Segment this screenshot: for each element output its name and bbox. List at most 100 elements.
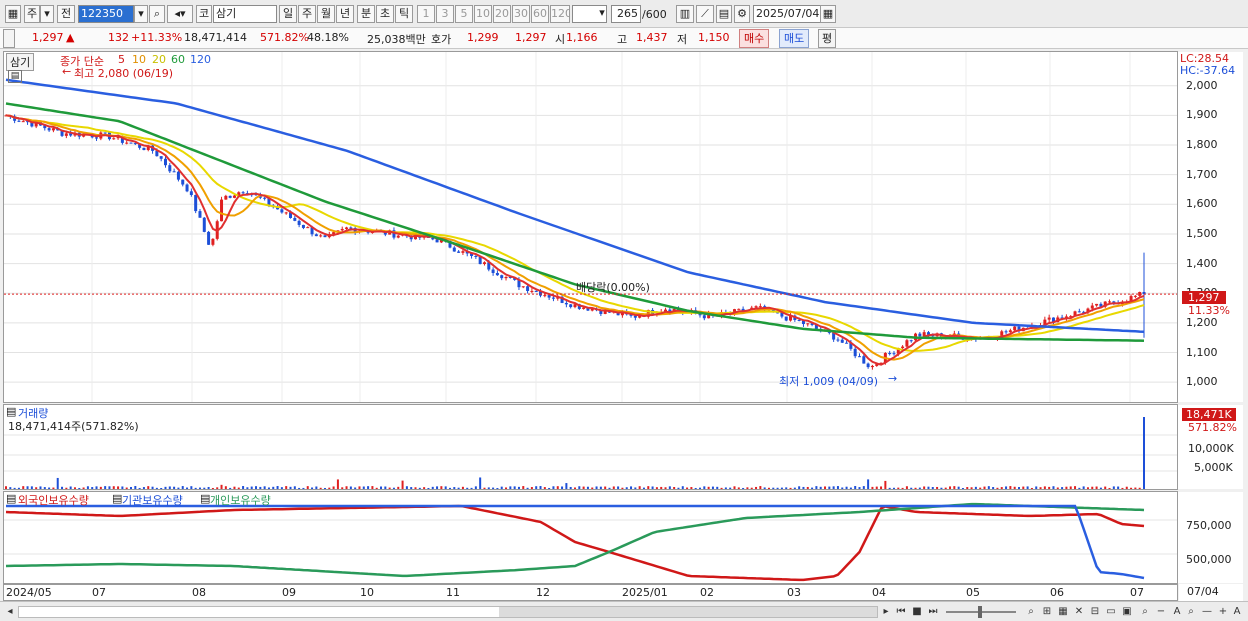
- volume-bar: [867, 479, 870, 489]
- zoom-in-icon[interactable]: ⌕: [1138, 605, 1152, 619]
- volume-bar: [336, 479, 339, 489]
- volume-bar: [776, 487, 779, 489]
- interval-20[interactable]: 20: [493, 5, 511, 23]
- interval-30[interactable]: 30: [512, 5, 530, 23]
- candle-body: [784, 316, 788, 321]
- market-dropdown-icon[interactable]: ▾: [40, 5, 54, 23]
- candle-icon[interactable]: ▥: [676, 5, 694, 23]
- font-size-icon[interactable]: A: [1230, 605, 1244, 619]
- interval-60[interactable]: 60: [531, 5, 549, 23]
- tab-period-week[interactable]: 주: [298, 5, 316, 23]
- zoom-slider[interactable]: [946, 606, 1016, 618]
- volume-bar: [1030, 487, 1033, 489]
- ma-legend-120: 120: [190, 53, 211, 66]
- volume-bar: [548, 487, 551, 489]
- stop-icon[interactable]: ■: [910, 605, 924, 619]
- date-label: 09: [282, 586, 296, 599]
- interval-10[interactable]: 10: [474, 5, 492, 23]
- holdings-panel[interactable]: ▤ 외국인보유수량 ▤ 기관보유수량 ▤ 개인보유수량: [3, 491, 1178, 584]
- chart-menu-icon[interactable]: ▤: [8, 70, 22, 83]
- line-minus-icon[interactable]: —: [1200, 605, 1214, 619]
- volume-bar: [836, 486, 839, 489]
- tab-period-minute[interactable]: 분: [357, 5, 375, 23]
- price-tick: 1,500: [1186, 226, 1218, 240]
- grid-icon[interactable]: ▦: [1056, 605, 1070, 619]
- tab-period-second[interactable]: 초: [376, 5, 394, 23]
- period-select[interactable]: 전: [57, 5, 75, 23]
- tab-period-day[interactable]: 일: [279, 5, 297, 23]
- scroll-left-icon[interactable]: ◂: [3, 605, 17, 619]
- holdings-menu-icon[interactable]: ▤: [6, 492, 16, 505]
- quote-toggle-button[interactable]: [3, 29, 15, 48]
- zoom-slider-handle[interactable]: [978, 606, 982, 618]
- tab-period-month[interactable]: 월: [317, 5, 335, 23]
- cursor-icon[interactable]: ✕: [1072, 605, 1086, 619]
- search-icon[interactable]: ⌕: [149, 5, 165, 23]
- price-tick: 2,000: [1186, 78, 1218, 92]
- volume-bar: [1061, 487, 1064, 489]
- holdings-menu-icon[interactable]: ▤: [112, 492, 122, 505]
- tab-period-tick[interactable]: 틱: [395, 5, 413, 23]
- interval-120[interactable]: 120: [550, 5, 570, 23]
- tab-period-year[interactable]: 년: [336, 5, 354, 23]
- volume-bar: [841, 487, 844, 489]
- code-input[interactable]: 122350: [78, 5, 134, 23]
- zoom-out-icon[interactable]: ⌕: [1184, 605, 1198, 619]
- candle-body: [125, 142, 129, 144]
- candle-body: [17, 120, 21, 122]
- forward-icon[interactable]: ⏭: [926, 605, 940, 619]
- plus-icon[interactable]: +: [1216, 605, 1230, 619]
- interval-3[interactable]: 3: [436, 5, 454, 23]
- stock-name-field[interactable]: 삼기: [213, 5, 277, 23]
- volume-bar: [134, 486, 137, 489]
- volume-bar: [539, 486, 542, 489]
- volume-menu-icon[interactable]: ▤: [6, 405, 16, 418]
- volume-bar: [397, 486, 400, 489]
- speaker-icon[interactable]: ◂▾: [167, 5, 193, 23]
- stock-tab[interactable]: 삼기: [6, 53, 35, 71]
- price-panel[interactable]: 삼기 종가 단순 5 10 20 60 120 ▤ ← 최고 2,080 (06…: [3, 51, 1178, 403]
- date-input[interactable]: 2025/07/04: [753, 5, 821, 23]
- candle-body: [172, 171, 176, 173]
- rewind-icon[interactable]: ⏮: [894, 605, 908, 619]
- volume-panel[interactable]: ▤ 거래량 18,471,414주(571.82%): [3, 404, 1178, 490]
- sell-button[interactable]: 매도: [779, 29, 810, 48]
- crosshair-icon[interactable]: ⊞: [1040, 605, 1054, 619]
- scrollbar-track[interactable]: [18, 606, 878, 618]
- date-label: 07: [1130, 586, 1144, 599]
- interval-1[interactable]: 1: [417, 5, 435, 23]
- candle-body: [340, 228, 344, 231]
- interval-dropdown-icon[interactable]: ▾: [596, 5, 608, 23]
- calendar-icon[interactable]: ▦: [820, 5, 836, 23]
- buy-button[interactable]: 매수: [739, 29, 770, 48]
- market-select[interactable]: 주: [24, 5, 40, 23]
- minus-icon[interactable]: −: [1154, 605, 1168, 619]
- volume-bar: [1108, 487, 1111, 489]
- draw-line-icon[interactable]: ⟋: [696, 5, 714, 23]
- layout-icon[interactable]: ▦: [5, 5, 21, 23]
- volume-bar: [681, 486, 684, 489]
- text-icon[interactable]: A: [1170, 605, 1184, 619]
- scroll-right-icon[interactable]: ▸: [879, 605, 893, 619]
- date-axis: 2024/05 07 08 09 10 11 12 2025/01 02 03 …: [3, 584, 1178, 601]
- holdings-menu-icon[interactable]: ▤: [200, 492, 210, 505]
- volume-bar: [737, 487, 740, 489]
- window-icon[interactable]: ▣: [1120, 605, 1134, 619]
- save-icon[interactable]: ▤: [716, 5, 732, 23]
- count-input[interactable]: 265: [611, 5, 641, 23]
- gear-icon[interactable]: ⚙: [734, 5, 750, 23]
- ruler-icon[interactable]: ⊟: [1088, 605, 1102, 619]
- eval-button[interactable]: 평: [818, 29, 837, 48]
- code-dropdown-icon[interactable]: ▾: [134, 5, 148, 23]
- type-select[interactable]: 코: [196, 5, 212, 23]
- magnify-icon[interactable]: ⌕: [1024, 605, 1038, 619]
- volume-bar: [328, 487, 331, 489]
- candle-body: [142, 147, 146, 151]
- candle-body: [64, 133, 68, 136]
- volume-bar: [444, 486, 447, 489]
- scrollbar-thumb[interactable]: [499, 607, 877, 617]
- page-icon[interactable]: ▭: [1104, 605, 1118, 619]
- volume-bar: [138, 487, 141, 489]
- volume-tick: 10,000K: [1188, 442, 1234, 455]
- interval-5[interactable]: 5: [455, 5, 473, 23]
